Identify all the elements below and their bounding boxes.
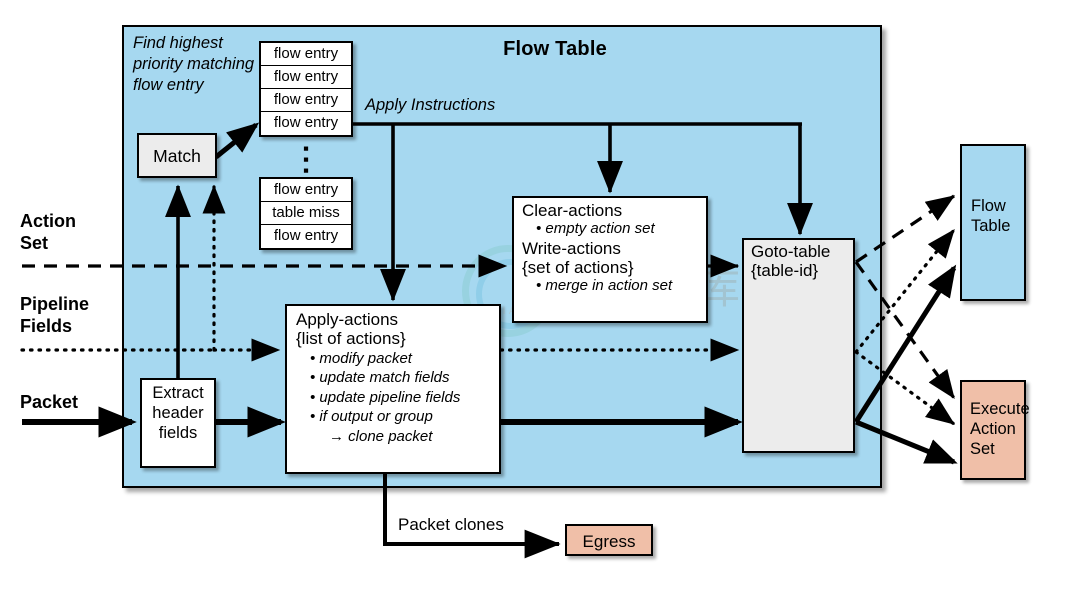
- label-pipeline-line-2: Fields: [20, 315, 73, 336]
- egress-label: Egress: [582, 532, 636, 551]
- list-item[interactable]: flow entry: [261, 43, 351, 66]
- write-actions-title: Write-actions: [522, 238, 621, 258]
- match-box[interactable]: Match: [137, 133, 217, 178]
- diagram-canvas: 小牛知识库 XIAO NIU ZHI SHI KU: [0, 0, 1066, 592]
- goto-table-subtitle: {table-id}: [751, 261, 819, 281]
- clear-write-actions-box[interactable]: Clear-actions • empty action set Write-a…: [512, 196, 708, 323]
- label-packet: Packet: [20, 392, 79, 412]
- apply-actions-sub-bullet: → clone packet: [329, 427, 433, 445]
- clear-actions-bullet: • empty action set: [536, 220, 655, 238]
- list-item[interactable]: flow entry: [261, 225, 351, 248]
- label-pipeline-fields: Pipeline Fields: [20, 294, 89, 338]
- clear-actions-title: Clear-actions: [522, 201, 623, 220]
- apply-actions-bullet: • if output or group: [310, 408, 433, 426]
- find-highest-priority-note: Find highest priority matching flow entr…: [133, 34, 255, 95]
- list-item[interactable]: flow entry: [261, 66, 351, 89]
- goto-table-title: Goto-table: [751, 242, 831, 261]
- extract-line-3: fields: [158, 424, 198, 443]
- extract-line-1: Extract: [152, 384, 204, 402]
- output-flow-table-box[interactable]: Flow Table: [960, 144, 1026, 301]
- egress-box[interactable]: Egress: [565, 524, 653, 556]
- label-action-set-line-1: Action: [20, 211, 76, 231]
- execute-line-1: Execute: [970, 400, 1030, 418]
- list-item[interactable]: flow entry: [261, 179, 351, 202]
- table-miss-row[interactable]: table miss: [261, 202, 351, 225]
- goto-table-box[interactable]: Goto-table {table-id}: [742, 238, 855, 453]
- apply-instructions-label: Apply Instructions: [365, 96, 496, 114]
- output-flow-table-line-2: Table: [971, 217, 1011, 236]
- label-pipeline-line-1: Pipeline: [20, 294, 90, 314]
- apply-actions-bullet: • update pipeline fields: [310, 388, 461, 406]
- execute-line-3: Set: [970, 440, 995, 459]
- page-title: Flow Table: [503, 38, 607, 60]
- list-item[interactable]: flow entry: [261, 89, 351, 112]
- apply-actions-bullet: • modify packet: [310, 349, 412, 367]
- execute-action-set-box[interactable]: Execute Action Set: [960, 380, 1030, 480]
- flow-entry-stack-bottom: flow entry table miss flow entry: [259, 177, 353, 250]
- write-actions-subtitle: {set of actions}: [522, 257, 634, 277]
- apply-actions-subtitle: {list of actions}: [296, 329, 406, 349]
- output-flow-table-line-1: Flow: [971, 197, 1006, 215]
- flow-entry-stack-top: flow entry flow entry flow entry flow en…: [259, 41, 353, 137]
- apply-actions-title: Apply-actions: [296, 310, 399, 329]
- apply-actions-bullet: • update match fields: [310, 369, 450, 387]
- execute-line-2: Action: [970, 420, 1016, 439]
- extract-line-2: header: [152, 404, 204, 423]
- extract-header-fields-box[interactable]: Extract header fields: [140, 378, 216, 468]
- label-action-set-line-2: Set: [20, 232, 49, 253]
- write-actions-bullet: • merge in action set: [536, 276, 673, 294]
- label-packet-clones: Packet clones: [398, 515, 504, 534]
- match-label: Match: [153, 146, 201, 166]
- apply-actions-box[interactable]: Apply-actions {list of actions} • modify…: [285, 304, 501, 474]
- label-action-set: Action Set: [20, 211, 76, 255]
- flow-entry-ellipsis: ▪ ▪ ▪: [302, 139, 310, 180]
- list-item[interactable]: flow entry: [261, 112, 351, 135]
